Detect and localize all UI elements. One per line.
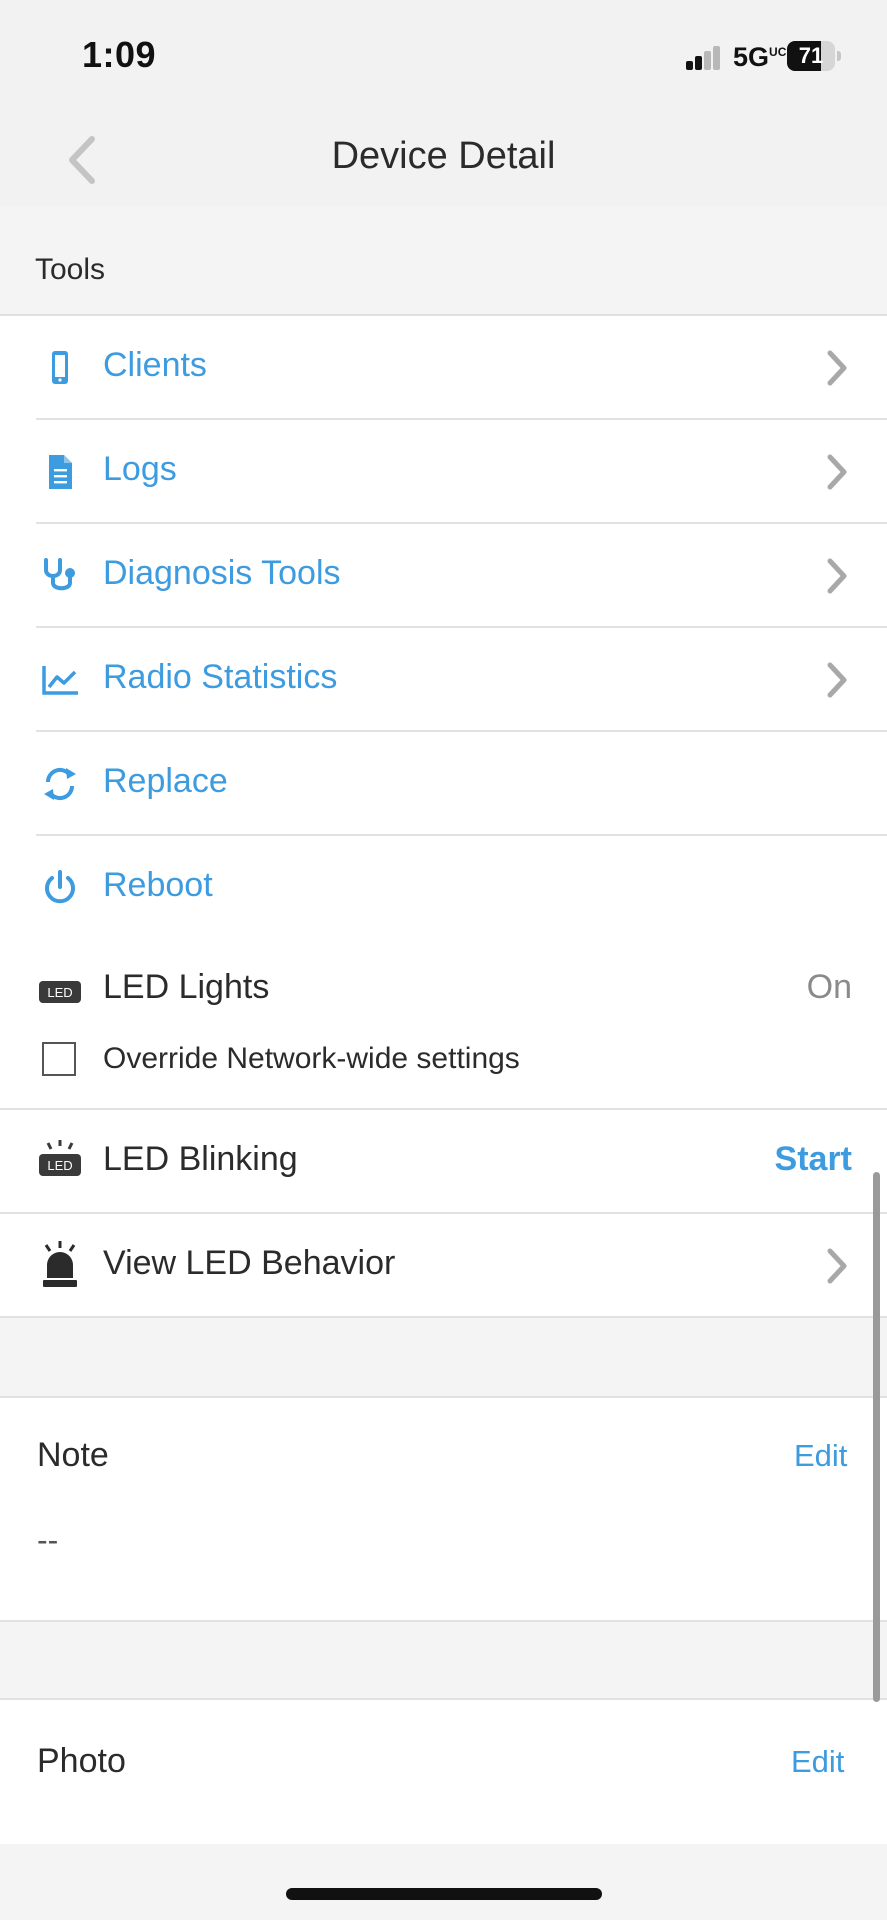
tools-item-diagnosis-tools[interactable]: Diagnosis Tools	[0, 524, 887, 628]
tools-section-header: Tools	[0, 207, 887, 316]
tools-item-label: Logs	[103, 450, 177, 488]
battery-icon: 71	[787, 41, 843, 71]
chevron-right-icon	[827, 454, 847, 490]
document-icon	[49, 455, 72, 489]
svg-text:LED: LED	[47, 1158, 72, 1173]
led-icon: LED	[39, 981, 81, 1003]
svg-text:LED: LED	[47, 985, 72, 1000]
tools-item-label: Replace	[103, 762, 228, 800]
view-led-behavior-label: View LED Behavior	[103, 1244, 396, 1282]
network-indicator: 5GUC	[733, 42, 787, 72]
chevron-right-icon	[827, 558, 847, 594]
chevron-right-icon	[827, 350, 847, 386]
tools-item-label: Radio Statistics	[103, 658, 338, 696]
replace-icon	[44, 767, 76, 801]
phone-icon	[52, 351, 68, 384]
photo-edit-button[interactable]: Edit	[791, 1744, 844, 1780]
tools-item-label: Reboot	[103, 866, 213, 904]
led-blinking-start-button[interactable]: Start	[775, 1140, 852, 1179]
tools-item-logs[interactable]: Logs	[0, 420, 887, 524]
tools-item-label: Clients	[103, 346, 207, 384]
scrollbar[interactable]	[873, 1172, 880, 1702]
line-chart-icon	[42, 666, 78, 695]
chevron-right-icon	[827, 662, 847, 698]
led-blinking-label: LED Blinking	[103, 1140, 298, 1178]
note-title: Note	[37, 1436, 109, 1474]
override-network-label: Override Network-wide settings	[103, 1042, 520, 1075]
stethoscope-icon	[44, 558, 75, 591]
led-lights-row: LED LED Lights On Override Network-wide …	[0, 938, 887, 1110]
chevron-right-icon	[827, 1248, 847, 1284]
status-time: 1:09	[82, 34, 157, 75]
power-icon	[45, 870, 75, 904]
tools-item-label: Diagnosis Tools	[103, 554, 341, 592]
tools-item-radio-statistics[interactable]: Radio Statistics	[0, 628, 887, 732]
signal-strength-icon	[686, 44, 722, 70]
photo-title: Photo	[37, 1742, 126, 1780]
section-title: Tools	[35, 253, 106, 286]
note-card: Note Edit --	[0, 1396, 887, 1622]
tools-item-reboot[interactable]: Reboot	[0, 836, 887, 940]
home-indicator[interactable]	[286, 1888, 602, 1900]
led-blinking-row: LED LED Blinking Start	[0, 1110, 887, 1214]
tools-item-replace[interactable]: Replace	[0, 732, 887, 836]
photo-card: Photo Edit	[0, 1698, 887, 1844]
tools-item-clients[interactable]: Clients	[0, 316, 887, 420]
nav-bar: Device Detail	[0, 105, 887, 207]
page-title: Device Detail	[331, 135, 556, 177]
led-blinking-icon: LED	[39, 1140, 81, 1176]
led-lights-label: LED Lights	[103, 968, 270, 1006]
note-edit-button[interactable]: Edit	[794, 1438, 847, 1474]
override-network-checkbox[interactable]	[42, 1042, 76, 1076]
view-led-behavior-row[interactable]: View LED Behavior	[0, 1214, 887, 1318]
status-bar: 1:09 5GUC 71	[0, 0, 887, 105]
siren-icon	[43, 1241, 77, 1287]
battery-level: 71	[798, 43, 824, 68]
note-value: --	[37, 1522, 59, 1558]
led-lights-value: On	[806, 968, 852, 1006]
